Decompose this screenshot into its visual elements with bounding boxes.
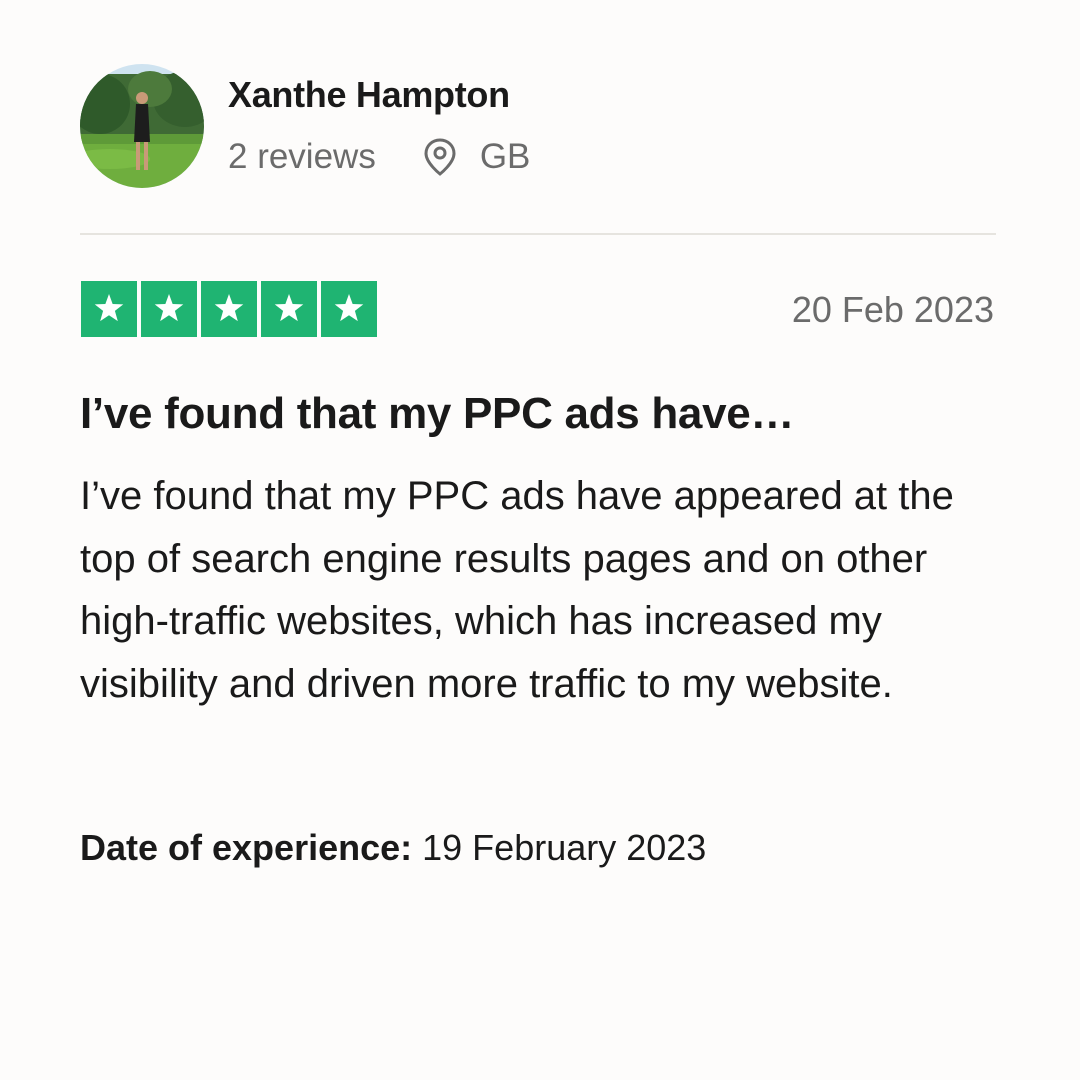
reviewer-name[interactable]: Xanthe Hampton bbox=[228, 74, 510, 116]
header-divider bbox=[80, 233, 996, 235]
star-icon bbox=[201, 281, 257, 337]
review-card: Xanthe Hampton 2 reviews GB 20 Feb 2023 … bbox=[0, 0, 1080, 1080]
reviewer-country: GB bbox=[479, 137, 531, 176]
review-title[interactable]: I’ve found that my PPC ads have… bbox=[80, 388, 1000, 440]
review-date: 20 Feb 2023 bbox=[791, 289, 994, 330]
star-icon bbox=[81, 281, 137, 337]
location-pin-icon bbox=[422, 137, 458, 177]
experience-date: 19 February 2023 bbox=[422, 827, 707, 868]
review-count: 2 reviews bbox=[228, 137, 376, 176]
star-icon bbox=[261, 281, 317, 337]
avatar-photo bbox=[80, 64, 204, 188]
review-body: I’ve found that my PPC ads have appeared… bbox=[80, 474, 954, 706]
star-rating bbox=[81, 281, 377, 337]
star-icon bbox=[141, 281, 197, 337]
date-of-experience: Date of experience: 19 February 2023 bbox=[80, 826, 706, 870]
experience-label: Date of experience: bbox=[80, 827, 413, 868]
reviewer-meta: 2 reviews GB bbox=[228, 136, 530, 178]
star-icon bbox=[321, 281, 377, 337]
reviewer-avatar[interactable] bbox=[80, 64, 204, 188]
